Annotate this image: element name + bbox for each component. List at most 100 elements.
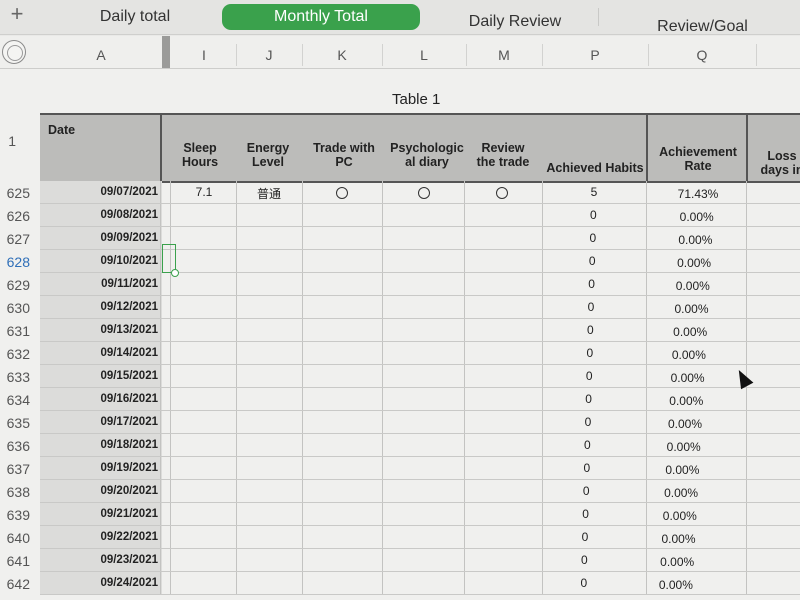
row-number[interactable]: 634 — [0, 392, 30, 408]
achieved-habits-cell[interactable]: 0 — [542, 323, 639, 337]
column-header-q[interactable]: Q — [648, 44, 757, 66]
date-cell[interactable]: 09/22/2021 — [60, 531, 158, 543]
achievement-rate-cell[interactable]: 0.00% — [642, 325, 738, 339]
date-cell[interactable]: 09/20/2021 — [60, 485, 158, 497]
column-header-j[interactable]: J — [236, 44, 303, 66]
achieved-habits-cell[interactable]: 0 — [542, 530, 628, 544]
row-number[interactable]: 631 — [0, 323, 30, 339]
date-cell[interactable]: 09/09/2021 — [60, 232, 158, 244]
achieved-habits-cell[interactable]: 0 — [542, 346, 638, 360]
achievement-rate-cell[interactable]: 0.00% — [632, 509, 728, 523]
row-number[interactable]: 630 — [0, 300, 30, 316]
achievement-rate-cell[interactable]: 0.00% — [649, 210, 745, 224]
achievement-rate-cell[interactable]: 71.43% — [650, 187, 746, 201]
row-number[interactable]: 640 — [0, 530, 30, 546]
achieved-habits-cell[interactable]: 0 — [542, 507, 629, 521]
achieved-habits-cell[interactable]: 0 — [542, 208, 645, 222]
achievement-rate-cell[interactable]: 0.00% — [647, 233, 743, 247]
date-cell[interactable]: 09/19/2021 — [60, 462, 158, 474]
achieved-habits-cell[interactable]: 0 — [542, 461, 632, 475]
date-cell[interactable]: 09/07/2021 — [60, 186, 158, 198]
row-number-header[interactable]: 1 — [2, 133, 16, 149]
achieved-habits-cell[interactable]: 0 — [542, 300, 640, 314]
row-number[interactable]: 641 — [0, 553, 30, 569]
achieved-habits-cell[interactable]: 0 — [542, 277, 641, 291]
tab-daily-review[interactable]: Daily Review — [455, 9, 575, 35]
sleep-hours-cell[interactable]: 7.1 — [172, 185, 236, 199]
row-number[interactable]: 633 — [0, 369, 30, 385]
row-number[interactable]: 638 — [0, 484, 30, 500]
row-number[interactable]: 642 — [0, 576, 30, 592]
header-divider — [746, 115, 748, 181]
date-cell[interactable]: 09/11/2021 — [60, 278, 158, 290]
date-cell[interactable]: 09/15/2021 — [60, 370, 158, 382]
date-cell[interactable]: 09/12/2021 — [60, 301, 158, 313]
header-psychological-diary: Psychologic al diary — [390, 141, 464, 169]
header-energy-level: Energy Level — [246, 141, 290, 169]
tab-monthly-total[interactable]: Monthly Total — [222, 4, 420, 30]
column-header-m[interactable]: M — [466, 44, 543, 66]
row-number[interactable]: 629 — [0, 277, 30, 293]
achieved-habits-cell[interactable]: 0 — [542, 254, 642, 268]
selection-handle[interactable] — [171, 269, 179, 277]
date-cell[interactable]: 09/13/2021 — [60, 324, 158, 336]
achievement-rate-cell[interactable]: 0.00% — [640, 371, 736, 385]
grid-line — [40, 203, 800, 204]
achievement-rate-cell[interactable]: 0.00% — [629, 555, 725, 569]
date-cell[interactable]: 09/08/2021 — [60, 209, 158, 221]
row-number[interactable]: 639 — [0, 507, 30, 523]
date-cell[interactable]: 09/10/2021 — [60, 255, 158, 267]
achieved-habits-cell[interactable]: 0 — [542, 438, 633, 452]
achievement-rate-cell[interactable]: 0.00% — [638, 394, 734, 408]
column-header-l[interactable]: L — [382, 44, 467, 66]
achievement-rate-cell[interactable]: 0.00% — [628, 578, 724, 592]
achieved-habits-cell[interactable]: 0 — [542, 576, 626, 590]
row-number[interactable]: 626 — [0, 208, 30, 224]
row-number[interactable]: 637 — [0, 461, 30, 477]
circle-select-icon[interactable] — [2, 40, 26, 64]
tab-daily-total[interactable]: Daily total — [80, 4, 190, 30]
achievement-rate-cell[interactable]: 0.00% — [645, 279, 741, 293]
date-cell[interactable]: 09/14/2021 — [60, 347, 158, 359]
achieved-habits-cell[interactable]: 0 — [542, 553, 627, 567]
grid-line — [40, 295, 800, 296]
row-number[interactable]: 628 — [0, 254, 30, 270]
column-header-p[interactable]: P — [542, 44, 649, 66]
circle-icon — [496, 187, 508, 199]
achieved-habits-cell[interactable]: 0 — [542, 415, 634, 429]
achievement-rate-cell[interactable]: 0.00% — [637, 417, 733, 431]
hidden-columns-marker — [162, 36, 170, 68]
column-header-a[interactable]: A — [40, 44, 163, 66]
column-header-bar: A I J K L M P Q — [0, 36, 800, 69]
achievement-rate-cell[interactable]: 0.00% — [631, 532, 727, 546]
date-cell[interactable]: 09/24/2021 — [60, 577, 158, 589]
achievement-rate-cell[interactable]: 0.00% — [633, 486, 729, 500]
header-achievement-rate: Achievement Rate — [659, 145, 737, 173]
header-sleep-hours: Sleep Hours — [181, 141, 219, 169]
achieved-habits-cell[interactable]: 0 — [542, 392, 635, 406]
achievement-rate-cell[interactable]: 0.00% — [634, 463, 730, 477]
date-cell[interactable]: 09/16/2021 — [60, 393, 158, 405]
row-number[interactable]: 635 — [0, 415, 30, 431]
achieved-habits-cell[interactable]: 0 — [542, 484, 630, 498]
row-number[interactable]: 636 — [0, 438, 30, 454]
achievement-rate-cell[interactable]: 0.00% — [644, 302, 740, 316]
achieved-habits-cell[interactable]: 5 — [542, 185, 646, 199]
achievement-rate-cell[interactable]: 0.00% — [646, 256, 742, 270]
achievement-rate-cell[interactable]: 0.00% — [636, 440, 732, 454]
date-cell[interactable]: 09/18/2021 — [60, 439, 158, 451]
column-header-k[interactable]: K — [302, 44, 383, 66]
plus-icon[interactable]: + — [6, 2, 28, 28]
achievement-rate-cell[interactable]: 0.00% — [641, 348, 737, 362]
achieved-habits-cell[interactable]: 0 — [542, 369, 636, 383]
column-header-i[interactable]: I — [172, 44, 237, 66]
achieved-habits-cell[interactable]: 0 — [542, 231, 644, 245]
row-number[interactable]: 632 — [0, 346, 30, 362]
date-cell[interactable]: 09/23/2021 — [60, 554, 158, 566]
energy-level-cell[interactable]: 普通 — [236, 185, 302, 202]
date-cell[interactable]: 09/17/2021 — [60, 416, 158, 428]
date-cell[interactable]: 09/21/2021 — [60, 508, 158, 520]
grid-line — [40, 318, 800, 319]
row-number[interactable]: 627 — [0, 231, 30, 247]
row-number[interactable]: 625 — [0, 185, 30, 201]
